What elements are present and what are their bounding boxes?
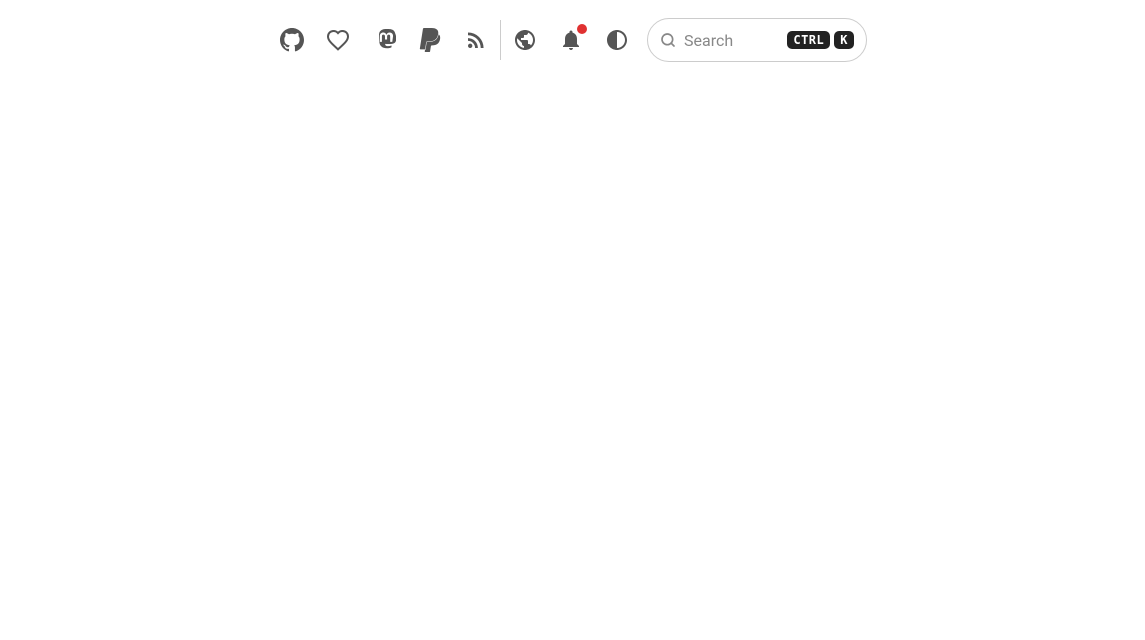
contrast-icon[interactable]	[603, 26, 631, 54]
search-icon	[660, 32, 676, 48]
nav-icons-left	[278, 26, 490, 54]
paypal-icon[interactable]	[416, 26, 444, 54]
search-shortcut: CTRL K	[787, 31, 854, 49]
globe-icon[interactable]	[511, 26, 539, 54]
kbd-ctrl: CTRL	[787, 31, 830, 49]
rss-icon[interactable]	[462, 26, 490, 54]
search-box[interactable]: Search CTRL K	[647, 18, 867, 62]
notification-badge	[577, 24, 587, 34]
nav-icons-right	[511, 26, 631, 54]
mastodon-icon[interactable]	[370, 26, 398, 54]
nav-divider	[500, 20, 501, 60]
search-label: Search	[684, 31, 779, 50]
kbd-k: K	[834, 31, 854, 49]
heart-icon[interactable]	[324, 26, 352, 54]
github-icon[interactable]	[278, 26, 306, 54]
navbar: Search CTRL K	[0, 0, 1145, 80]
bell-icon[interactable]	[557, 26, 585, 54]
